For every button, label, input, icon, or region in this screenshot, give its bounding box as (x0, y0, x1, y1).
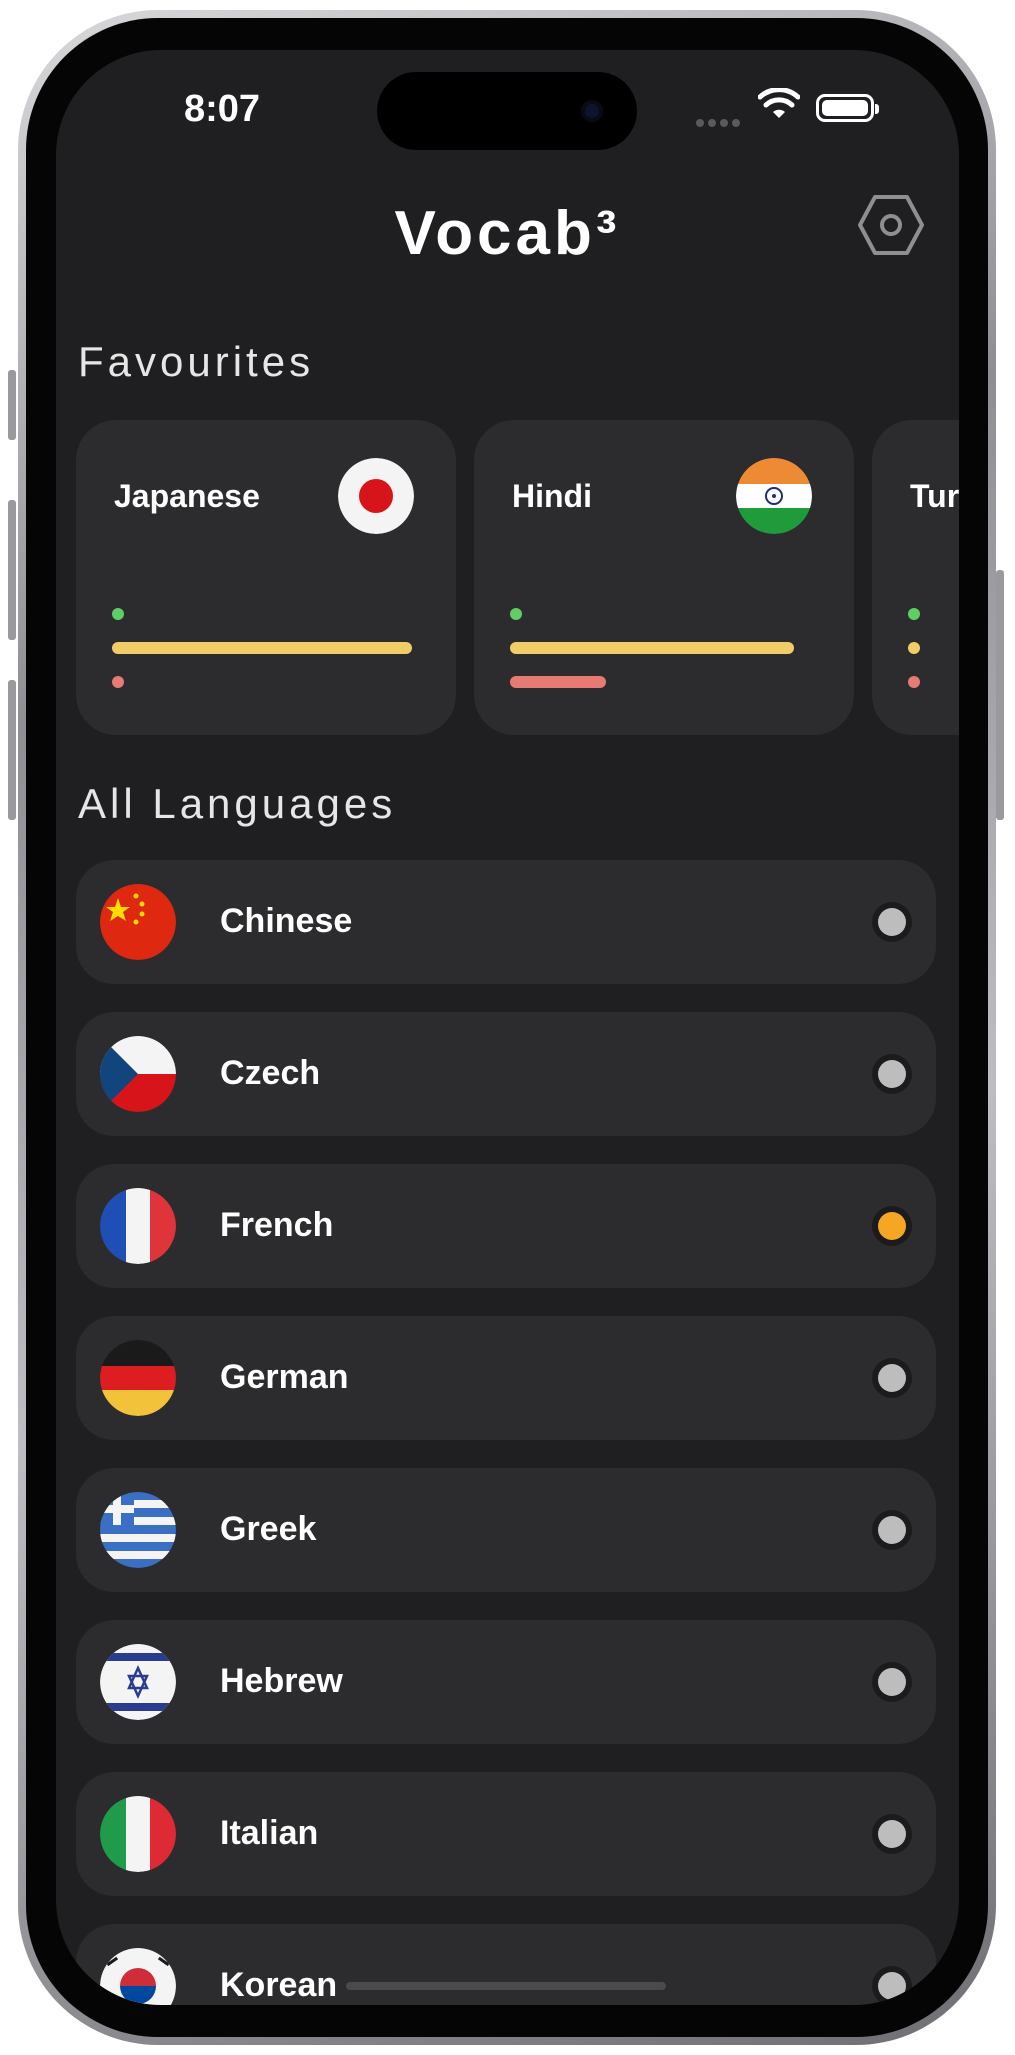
japan-flag-icon (338, 458, 414, 534)
korea-flag-icon (100, 1948, 176, 2005)
india-flag-icon (736, 458, 812, 534)
language-name: German (220, 1358, 349, 1396)
language-row-korean[interactable]: Korean (76, 1924, 936, 2005)
language-row-greek[interactable]: Greek (76, 1468, 936, 1592)
app-screen: 8:07 Vocab³ Favourites Japanese Hindi Tu… (56, 50, 959, 2005)
dynamic-island (377, 72, 637, 150)
language-row-chinese[interactable]: Chinese (76, 860, 936, 984)
favourites-title: Favourites (78, 338, 315, 385)
israel-flag-icon (100, 1644, 176, 1720)
volume-down-button (8, 680, 16, 820)
all-languages-title: All Languages (78, 780, 397, 827)
language-row-german[interactable]: German (76, 1316, 936, 1440)
wifi-icon (758, 88, 800, 118)
power-button (996, 570, 1004, 820)
app-title: Vocab³ (394, 199, 621, 268)
language-name: Greek (220, 1510, 317, 1548)
language-row-hebrew[interactable]: Hebrew (76, 1620, 936, 1744)
home-indicator[interactable] (346, 1982, 666, 1990)
progress-yellow-bar (510, 642, 794, 654)
germany-flag-icon (100, 1340, 176, 1416)
czech-flag-icon (100, 1036, 176, 1112)
status-radio[interactable] (872, 1206, 912, 1246)
progress-red-bar (510, 676, 606, 688)
language-name: Hebrew (220, 1662, 343, 1700)
favourites-carousel[interactable]: Japanese Hindi Tur (76, 420, 959, 735)
status-radio[interactable] (872, 1662, 912, 1702)
action-button (8, 370, 16, 440)
favourite-card-hindi[interactable]: Hindi (474, 420, 854, 735)
progress-red-dot (908, 676, 920, 688)
cellular-dots-icon (696, 114, 744, 132)
status-radio[interactable] (872, 1054, 912, 1094)
italy-flag-icon (100, 1796, 176, 1872)
status-radio[interactable] (872, 1814, 912, 1854)
progress-red-dot (112, 676, 124, 688)
progress-yellow-bar (112, 642, 412, 654)
language-name: Korean (220, 1966, 338, 2004)
language-row-czech[interactable]: Czech (76, 1012, 936, 1136)
language-name: Chinese (220, 902, 353, 940)
greece-flag-icon (100, 1492, 176, 1568)
language-name: French (220, 1206, 334, 1244)
favourite-name: Tur (910, 478, 959, 514)
status-radio[interactable] (872, 1358, 912, 1398)
front-camera (581, 100, 603, 122)
favourite-name: Japanese (114, 478, 260, 514)
battery-icon (816, 94, 879, 122)
status-time: 8:07 (184, 88, 261, 130)
hexagon-gear-icon (858, 195, 924, 255)
progress-green-dot (908, 608, 920, 620)
language-name: Italian (220, 1814, 319, 1852)
favourite-card-japanese[interactable]: Japanese (76, 420, 456, 735)
favourite-card-turkish[interactable]: Tur (872, 420, 959, 735)
status-radio[interactable] (872, 1966, 912, 2005)
status-radio[interactable] (872, 1510, 912, 1550)
progress-green-dot (112, 608, 124, 620)
volume-up-button (8, 500, 16, 640)
language-row-italian[interactable]: Italian (76, 1772, 936, 1896)
settings-button[interactable] (856, 190, 926, 260)
status-radio[interactable] (872, 902, 912, 942)
language-row-french[interactable]: French (76, 1164, 936, 1288)
favourite-name: Hindi (512, 478, 592, 514)
progress-green-dot (510, 608, 522, 620)
language-name: Czech (220, 1054, 321, 1092)
china-flag-icon (100, 884, 176, 960)
progress-yellow-dot (908, 642, 920, 654)
france-flag-icon (100, 1188, 176, 1264)
